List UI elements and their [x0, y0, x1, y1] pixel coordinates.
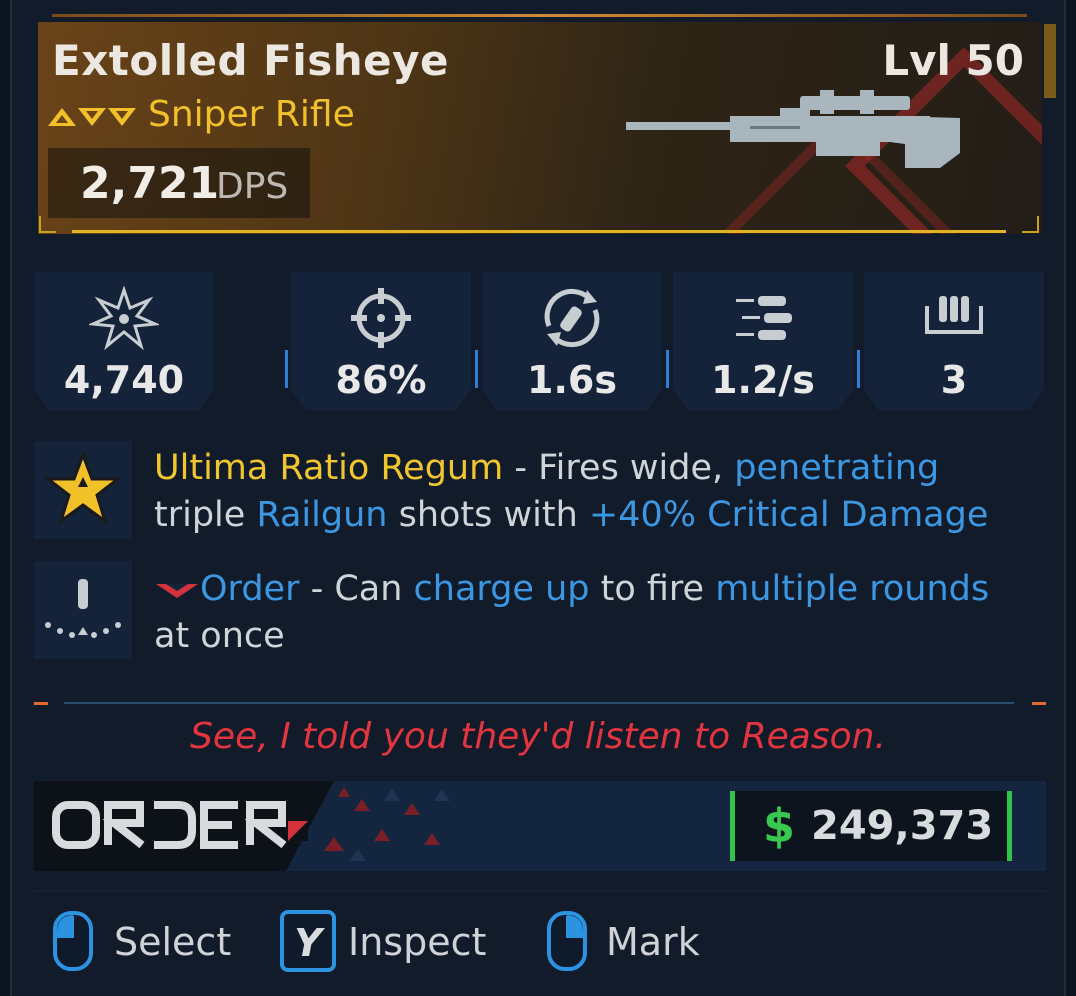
- top-accent-line: [52, 14, 1027, 17]
- item-level: Lvl 50: [882, 36, 1024, 85]
- stat-reload: 1.6s: [482, 272, 662, 410]
- stat-separator: [285, 350, 288, 388]
- perk-text: to fire: [589, 569, 716, 609]
- corner-triangle-icon: [1022, 216, 1039, 233]
- magazine-icon: [925, 296, 983, 334]
- mouse-left-icon: [53, 911, 93, 971]
- damage-burst-icon: [89, 286, 159, 350]
- dps-label: DPS: [216, 166, 289, 207]
- manufacturer-bar: $ 249,373: [34, 781, 1046, 871]
- dps-value: 2,721: [80, 158, 220, 209]
- reload-icon: [544, 288, 600, 348]
- rarity-chevrons-icon: [48, 108, 136, 126]
- fire-rate-icon: [736, 296, 792, 340]
- dps-panel: 2,721 DPS: [48, 148, 310, 218]
- perk-description: Ultima Ratio Regum - Fires wide, penetra…: [154, 445, 1034, 539]
- key-letter: Y: [294, 921, 325, 965]
- rarity-underline: [72, 230, 1006, 233]
- flavor-text: See, I told you they'd listen to Reason.: [190, 716, 886, 757]
- perk-icon-tile: [34, 561, 132, 659]
- perk-name: Ultima Ratio Regum: [154, 448, 504, 488]
- manufacturer-name: Order: [200, 569, 300, 609]
- header-side-accent: [1044, 24, 1056, 98]
- perk-text: triple: [154, 495, 257, 535]
- stat-accuracy: 86%: [291, 272, 471, 410]
- mouse-right-icon: [547, 911, 587, 971]
- stats-row: 4,740 86% 1.6s 1.2/s 3: [34, 272, 1046, 410]
- item-name: Extolled Fisheye: [52, 36, 450, 85]
- currency-icon: $: [763, 799, 796, 853]
- price-value: 249,373: [811, 803, 994, 849]
- gold-star-perk-icon: [43, 450, 123, 525]
- stat-value: 3: [940, 358, 968, 402]
- stat-separator: [475, 350, 478, 388]
- inspect-prompt[interactable]: Y Inspect: [280, 910, 510, 974]
- stat-separator: [666, 350, 669, 388]
- perk-text: shots with: [387, 495, 589, 535]
- select-prompt[interactable]: Select: [52, 910, 252, 974]
- perk-keyword: charge up: [413, 569, 590, 609]
- order-round-perk-icon: [45, 579, 121, 638]
- section-divider: [64, 702, 1014, 704]
- prompt-label: Select: [114, 920, 232, 964]
- perk-keyword: +40% Critical Damage: [588, 495, 989, 535]
- stat-separator: [857, 350, 860, 388]
- perk-keyword: multiple rounds: [715, 569, 990, 609]
- triangle-pattern: [324, 787, 450, 861]
- order-logo: [52, 801, 308, 849]
- perk-text: at once: [154, 616, 285, 656]
- perk-text: - Fires wide,: [503, 448, 735, 488]
- mark-prompt[interactable]: Mark: [546, 910, 746, 974]
- perk-icon-tile: [34, 441, 132, 539]
- perk-description: Order - Can charge up to fire multiple r…: [154, 566, 1034, 660]
- stat-value: 4,740: [63, 358, 185, 402]
- stat-value: 1.6s: [527, 358, 617, 402]
- divider-accent: [34, 702, 48, 705]
- price-tag: $ 249,373: [730, 791, 1012, 861]
- crosshair-accuracy-icon: [351, 288, 411, 348]
- y-key-icon: Y: [280, 910, 336, 972]
- stat-magazine: 3: [864, 272, 1044, 410]
- stat-value: 1.2/s: [711, 358, 815, 402]
- divider-accent: [1032, 702, 1046, 705]
- item-type: Sniper Rifle: [148, 94, 355, 135]
- stat-damage: 4,740: [34, 272, 214, 410]
- order-chevron-icon: [156, 584, 198, 598]
- perk-keyword: Railgun: [256, 495, 388, 535]
- stat-value: 86%: [335, 358, 427, 402]
- perk-keyword: penetrating: [734, 448, 940, 488]
- footer-divider: [34, 890, 1046, 892]
- sniper-rifle-icon: [626, 90, 960, 168]
- prompt-label: Inspect: [348, 920, 487, 964]
- stat-fire-rate: 1.2/s: [673, 272, 853, 410]
- perk-text: - Can: [299, 569, 414, 609]
- prompt-label: Mark: [606, 920, 700, 964]
